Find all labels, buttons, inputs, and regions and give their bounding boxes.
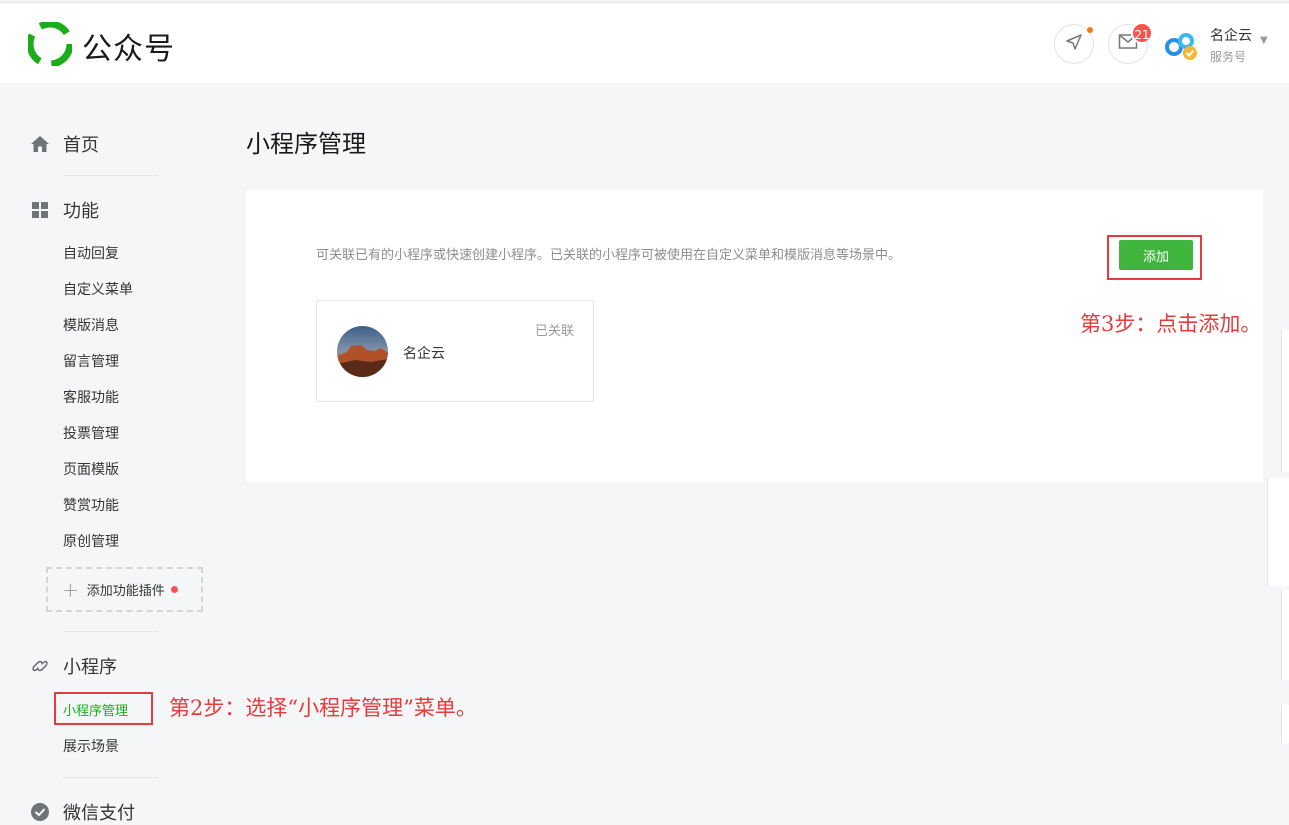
floating-panel-edge	[1281, 330, 1289, 472]
annotation-step2: 第2步：选择“小程序管理”菜单。	[169, 696, 477, 720]
sidebar-section-label: 小程序	[63, 657, 117, 678]
notification-dot	[1087, 27, 1093, 33]
sidebar-section-pay[interactable]: 微信支付	[30, 799, 135, 825]
plus-icon: +	[62, 577, 79, 602]
annotation-step3: 第3步：点击添加。	[1080, 312, 1262, 336]
divider	[63, 777, 158, 778]
sidebar-item-vote[interactable]: 投票管理	[63, 423, 119, 443]
top-bar: 公众号 21 名企云 服务号 ▼	[0, 2, 1289, 83]
sidebar-item-auto-reply[interactable]: 自动回复	[63, 243, 119, 263]
sidebar-item-reward[interactable]: 赞赏功能	[63, 495, 119, 515]
caret-down-icon[interactable]: ▼	[1260, 35, 1268, 46]
sidebar-item-label: 首页	[63, 135, 99, 156]
account-type: 服务号	[1210, 50, 1247, 64]
link-icon	[30, 656, 50, 676]
divider	[63, 631, 158, 632]
logo-text: 公众号	[82, 32, 175, 67]
account-name: 名企云	[1210, 28, 1252, 44]
page-title: 小程序管理	[246, 130, 366, 158]
sidebar-item-customer-service[interactable]: 客服功能	[63, 387, 119, 407]
account-menu[interactable]: 名企云 服务号 ▼	[1164, 25, 1268, 65]
divider	[63, 175, 158, 176]
wechat-mp-logo-icon	[26, 20, 74, 70]
home-icon	[30, 134, 50, 154]
logo[interactable]: 公众号	[26, 20, 175, 70]
sidebar-item-comments[interactable]: 留言管理	[63, 351, 119, 371]
message-button[interactable]: 21	[1108, 22, 1153, 64]
message-count-badge: 21	[1131, 22, 1153, 44]
sidebar-section-function[interactable]: 功能	[30, 197, 99, 223]
floating-panel-edge	[1281, 705, 1289, 743]
miniprogram-card[interactable]: 名企云 已关联	[316, 300, 594, 402]
sidebar-item-custom-menu[interactable]: 自定义菜单	[63, 279, 133, 299]
sidebar-section-miniprogram[interactable]: 小程序	[30, 653, 117, 679]
sidebar-item-page-template[interactable]: 页面模版	[63, 459, 119, 479]
notification-button[interactable]	[1054, 24, 1094, 64]
account-avatar	[1164, 29, 1200, 65]
navigation-arrow-icon	[1064, 32, 1084, 56]
panel-description: 可关联已有的小程序或快速创建小程序。已关联的小程序可被使用在自定义菜单和模版消息…	[316, 248, 902, 263]
link-status: 已关联	[534, 324, 574, 339]
new-dot	[170, 586, 178, 593]
highlight-box-step2	[54, 692, 153, 725]
grid-icon	[30, 200, 50, 220]
miniprogram-name: 名企云	[403, 346, 445, 362]
sidebar-item-template-message[interactable]: 模版消息	[63, 315, 119, 335]
floating-panel-edge	[1267, 478, 1289, 586]
sidebar-section-label: 功能	[63, 201, 99, 222]
floating-panel-edge	[1281, 590, 1289, 680]
highlight-box-step3	[1107, 235, 1202, 280]
sidebar-section-label: 微信支付	[63, 803, 135, 824]
sidebar-item-home[interactable]: 首页	[30, 131, 99, 157]
wechat-pay-icon	[30, 802, 50, 822]
sidebar-item-original[interactable]: 原创管理	[63, 531, 119, 551]
add-plugin-label: 添加功能插件	[86, 584, 165, 599]
miniprogram-avatar	[337, 326, 388, 377]
sidebar-item-display-scene[interactable]: 展示场景	[63, 736, 119, 756]
add-plugin-button[interactable]: + 添加功能插件	[46, 567, 203, 612]
